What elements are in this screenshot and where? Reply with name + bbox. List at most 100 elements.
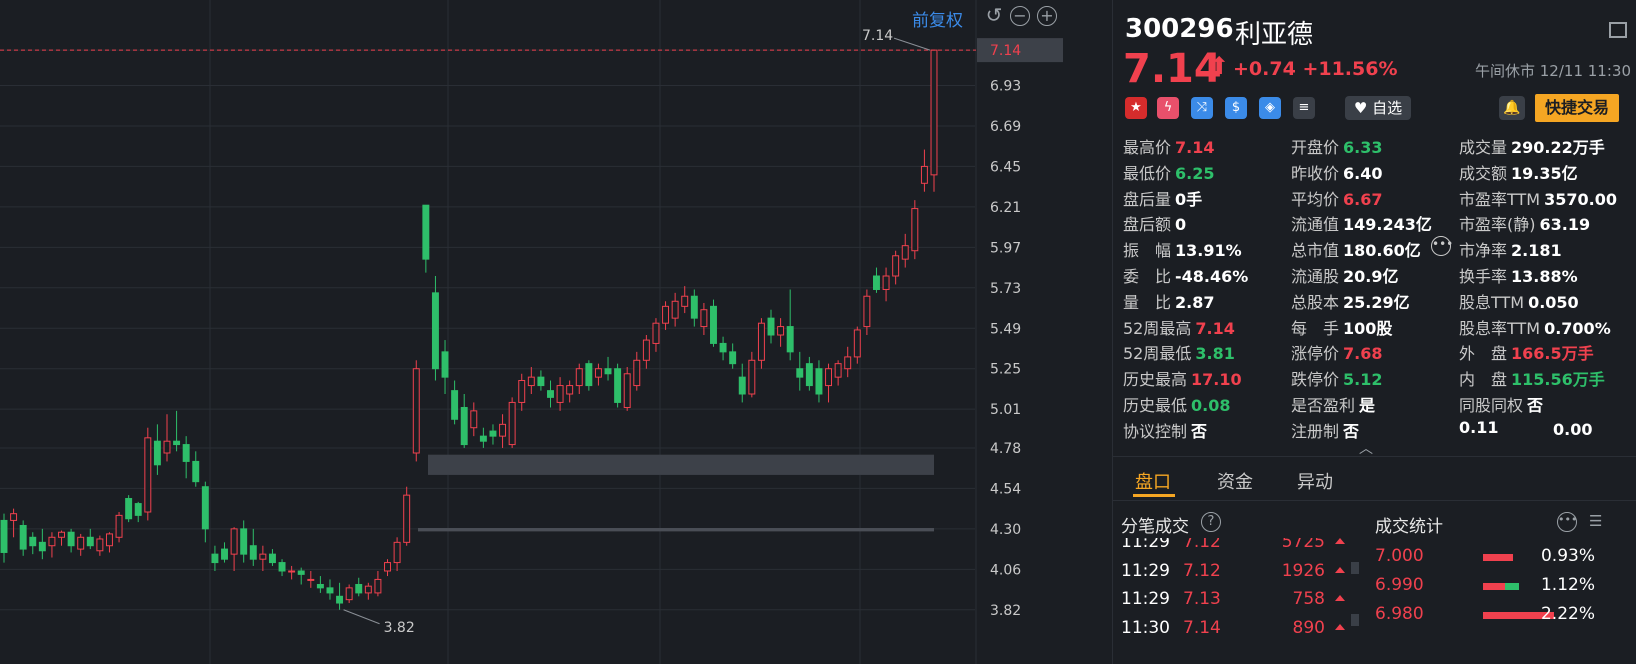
scrollbar-thumb[interactable] — [1351, 614, 1359, 626]
dollar-icon[interactable]: $ — [1225, 97, 1247, 119]
quote-field: 平均价 6.67 — [1291, 186, 1383, 210]
favorite-button[interactable]: ♥ 自选 — [1345, 96, 1411, 120]
collapse-chevron-icon[interactable]: ︿ — [1359, 438, 1373, 458]
last-price: 7.14 — [1123, 46, 1222, 92]
reset-icon[interactable]: ↺ — [984, 5, 1004, 26]
candle-body — [547, 390, 554, 398]
quote-field: 市净率 2.181 — [1459, 237, 1562, 261]
candle-body — [412, 368, 420, 454]
zoom-in-icon[interactable]: + — [1037, 6, 1057, 26]
field-label: 成交量 — [1459, 138, 1508, 157]
help-icon[interactable]: ? — [1201, 512, 1221, 532]
field-label: 股息TTM — [1459, 292, 1525, 312]
candle-body — [58, 531, 65, 538]
quick-trade-button[interactable]: 快捷交易 — [1535, 94, 1619, 122]
field-label: 昨收价 — [1291, 163, 1340, 183]
stats-sell-bar — [1505, 583, 1519, 590]
candle-body — [614, 368, 622, 403]
candle-body — [451, 390, 459, 420]
quote-field: 总市值 180.60亿 — [1291, 237, 1421, 261]
field-value: 13.91% — [1175, 241, 1242, 261]
scrollbar-thumb[interactable] — [1351, 562, 1359, 574]
candle-body — [125, 498, 133, 520]
candle-body — [748, 359, 756, 395]
list-view-icon[interactable]: ☰ — [1589, 512, 1609, 532]
active-tab-underline — [1133, 494, 1175, 497]
quote-field: 涨停价 7.68 — [1291, 340, 1383, 364]
field-label: 盘后量 — [1123, 189, 1172, 209]
field-value: 0.050 — [1528, 292, 1579, 312]
candle-body — [642, 339, 650, 361]
buy-triangle-icon — [1335, 595, 1345, 601]
candle-body — [29, 536, 37, 547]
quote-field: 股息率TTM 0.700% — [1459, 315, 1611, 339]
trade-price: 7.14 — [1183, 617, 1221, 638]
stats-percent: 0.93% — [1540, 546, 1595, 566]
candle-body — [115, 514, 123, 538]
field-value: 5.12 — [1343, 370, 1383, 390]
candle-body — [594, 368, 602, 378]
adjust-toggle[interactable]: 前复权 — [912, 6, 963, 31]
candle-body — [700, 309, 708, 328]
china-flag-icon[interactable]: ★ — [1125, 97, 1147, 119]
zoom-out-icon[interactable]: − — [1010, 6, 1030, 26]
more-dots-icon[interactable]: ••• — [1431, 236, 1453, 256]
field-value: 2.87 — [1175, 292, 1215, 312]
candle-body — [259, 553, 267, 560]
y-tick-label: 6.69 — [990, 119, 1021, 135]
field-label: 盘后额 — [1123, 215, 1172, 235]
kline-svg[interactable]: 7.14 6.93 6.69 6.45 6.21 5.97 5.73 5.49 5.25 5.01… — [0, 0, 1110, 664]
candle-body — [729, 351, 737, 365]
candle-body — [19, 524, 27, 550]
tab-order-book[interactable]: 盘口 — [1135, 468, 1171, 494]
field-label: 每 手 — [1291, 318, 1340, 338]
tag-icon[interactable]: ◈ — [1259, 97, 1281, 119]
layout-icon[interactable] — [1609, 22, 1627, 38]
candle-body — [163, 440, 171, 454]
list-icon[interactable]: ≡ — [1293, 97, 1315, 119]
field-label: 量 比 — [1123, 292, 1172, 312]
field-value: 6.33 — [1343, 138, 1383, 157]
candle-body — [326, 587, 334, 594]
field-value: 0手 — [1175, 189, 1203, 209]
more-icon[interactable]: ••• — [1557, 512, 1577, 532]
candle-body — [796, 368, 804, 378]
candle-body — [86, 536, 94, 547]
tab-funds[interactable]: 资金 — [1217, 468, 1253, 494]
quote-field: 盘后量 0手 — [1123, 186, 1202, 210]
candle-body — [211, 553, 219, 564]
trades-list[interactable]: 11:29 7.12 5725 11:29 7.12 1926 11:29 7.13 758 11… — [1113, 538, 1363, 664]
shuffle-icon[interactable]: ⤨ — [1191, 97, 1213, 119]
candle-body — [920, 165, 928, 184]
quote-field: 换手率 13.88% — [1459, 263, 1578, 287]
stats-list[interactable]: 7.000 0.93% 6.990 1.12% 6.980 2.22% — [1363, 538, 1636, 664]
candle-body — [825, 368, 833, 387]
last-price-tag: 7.14 — [990, 43, 1021, 59]
y-tick-label: 4.30 — [990, 522, 1021, 538]
quote-field: 最高价 7.14 — [1123, 134, 1215, 158]
y-tick-label: 4.06 — [990, 562, 1021, 578]
candle-body — [844, 356, 852, 370]
candle-body — [403, 494, 411, 543]
quote-field: 是否盈利是 — [1291, 392, 1375, 416]
trade-row: 11:30 7.14 890 — [1113, 618, 1363, 646]
flash-icon[interactable]: ϟ — [1157, 97, 1179, 119]
tab-movement[interactable]: 异动 — [1297, 468, 1333, 494]
candle-body — [297, 570, 305, 575]
trade-time: 11:29 — [1121, 589, 1170, 609]
kline-chart[interactable]: 7.14 6.93 6.69 6.45 6.21 5.97 5.73 5.49 5.25 5.01… — [0, 0, 1110, 664]
trade-time: 11:29 — [1121, 560, 1170, 581]
candle-body — [863, 295, 871, 328]
quote-field: 每 手 100股 — [1291, 315, 1392, 339]
stats-row: 6.990 1.12% — [1363, 575, 1636, 603]
candle-body — [77, 536, 85, 550]
trade-row: 11:29 7.13 758 — [1113, 589, 1363, 617]
field-label: 成交额 — [1459, 163, 1508, 183]
change-value: +0.74 — [1233, 58, 1296, 80]
price-change: +0.74 +11.56% — [1233, 58, 1398, 80]
field-value: 13.88% — [1511, 267, 1578, 286]
y-tick-label: 5.25 — [990, 362, 1021, 378]
candle-body — [393, 541, 401, 564]
candle-body — [201, 486, 209, 530]
bell-icon[interactable]: 🔔 — [1499, 96, 1525, 120]
